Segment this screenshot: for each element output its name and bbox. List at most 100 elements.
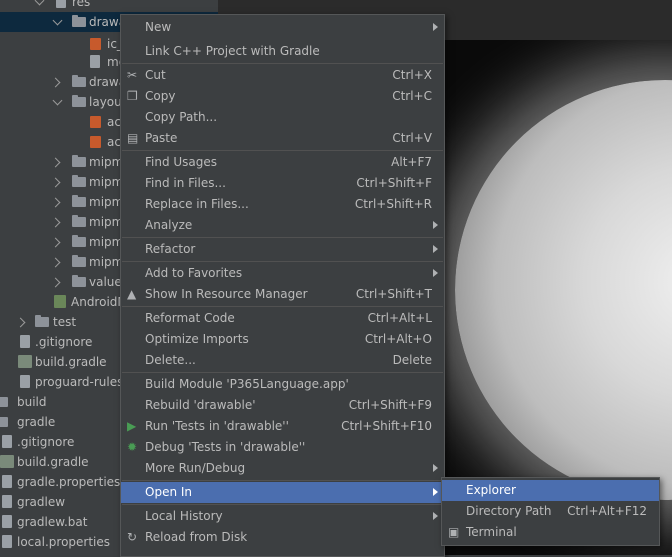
menu-separator [122,237,443,238]
submenu-arrow-icon [433,512,438,520]
menu-item-label: Paste [145,131,178,145]
tree-label: .gitignore [35,335,93,349]
folder-icon [72,15,86,27]
menu-item-label: Delete... [145,353,196,367]
tree-label: gradlew [17,495,66,509]
tree-label: local.properties [17,535,111,549]
menu-item-show-in-resource-manager[interactable]: ▲ Show In Resource Manager Ctrl+Shift+T [121,284,444,305]
context-menu: New Link C++ Project with Gradle ✂ Cut Ctr… [120,14,445,557]
folder-icon [0,397,8,407]
menu-item-add-to-favorites[interactable]: Add to Favorites [121,263,444,284]
menu-item-label: Debug 'Tests in 'drawable'' [145,440,306,454]
menu-separator [122,306,443,307]
chevron-right-icon[interactable] [50,77,61,88]
paste-icon: ▤ [127,131,139,145]
tree-label: mipm [89,155,124,169]
menu-item-local-history[interactable]: Local History [121,506,444,527]
chevron-right-icon[interactable] [50,257,61,268]
chevron-right-icon[interactable] [50,177,61,188]
menu-item-optimize-imports[interactable]: Optimize Imports Ctrl+Alt+O [121,329,444,350]
menu-item-rebuild[interactable]: Rebuild 'drawable' Ctrl+Shift+F9 [121,395,444,416]
tree-label: build.gradle [17,455,89,469]
tree-label: gradle.properties [17,475,121,489]
reload-icon: ↻ [127,530,138,544]
gradle-file-icon [0,455,14,468]
menu-item-refactor[interactable]: Refactor [121,239,444,260]
chevron-right-icon[interactable] [50,237,61,248]
tree-label: build.gradle [35,355,107,369]
menu-item-shortcut: Ctrl+Alt+L [367,311,432,325]
menu-item-replace-in-files[interactable]: Replace in Files... Ctrl+Shift+R [121,194,444,215]
menu-item-shortcut: Ctrl+Alt+O [364,332,432,346]
menu-item-shortcut: Ctrl+X [392,68,432,82]
menu-item-find-in-files[interactable]: Find in Files... Ctrl+Shift+F [121,173,444,194]
menu-separator [122,150,443,151]
file-icon [2,475,12,488]
manifest-file-icon [54,295,66,308]
menu-item-label: Reload from Disk [145,530,248,544]
chevron-right-icon[interactable] [50,217,61,228]
scissors-icon: ✂ [127,68,138,82]
menu-separator [122,261,443,262]
menu-item-shortcut: Alt+F7 [391,155,432,169]
submenu-item-terminal[interactable]: ▣ Terminal [442,522,659,543]
submenu-arrow-icon [433,221,438,229]
file-icon [20,375,30,388]
chevron-right-icon[interactable] [15,317,26,328]
menu-item-shortcut: Ctrl+Shift+F9 [348,398,432,412]
tree-label: mipm [89,255,124,269]
menu-item-delete[interactable]: Delete... Delete [121,350,444,371]
menu-item-label: Open In [145,485,193,499]
menu-item-shortcut: Ctrl+Shift+F [356,176,432,190]
tree-label: ac [107,135,121,149]
menu-item-label: Build Module 'P365Language.app' [145,377,349,391]
menu-item-copy[interactable]: ❐ Copy Ctrl+C [121,86,444,107]
chevron-right-icon[interactable] [50,197,61,208]
folder-icon [72,155,86,167]
moon-image [455,80,672,500]
tree-row[interactable]: res [0,0,218,12]
menu-item-build-module[interactable]: Build Module 'P365Language.app' [121,374,444,395]
menu-separator [122,504,443,505]
folder-icon [56,0,66,8]
tree-label: mipm [89,175,124,189]
xml-file-icon [90,38,101,50]
submenu-item-directory-path[interactable]: Directory Path Ctrl+Alt+F12 [442,501,659,522]
menu-item-shortcut: Ctrl+C [392,89,432,103]
submenu-item-explorer[interactable]: Explorer [442,480,659,501]
submenu-arrow-icon [433,269,438,277]
submenu-arrow-icon [433,23,438,31]
tree-label: layou [89,95,122,109]
menu-item-label: Directory Path [466,504,552,518]
menu-item-reformat-code[interactable]: Reformat Code Ctrl+Alt+L [121,308,444,329]
menu-item-label: Link C++ Project with Gradle [145,44,320,58]
menu-item-paste[interactable]: ▤ Paste Ctrl+V [121,128,444,149]
menu-item-run-tests[interactable]: ▶ Run 'Tests in 'drawable'' Ctrl+Shift+F10 [121,416,444,437]
menu-item-debug-tests[interactable]: ✹ Debug 'Tests in 'drawable'' [121,437,444,458]
menu-item-find-usages[interactable]: Find Usages Alt+F7 [121,152,444,173]
chevron-down-icon[interactable] [52,95,63,106]
menu-item-label: Rebuild 'drawable' [145,398,256,412]
menu-item-label: Replace in Files... [145,197,249,211]
menu-item-analyze[interactable]: Analyze [121,215,444,236]
menu-item-cut[interactable]: ✂ Cut Ctrl+X [121,65,444,86]
menu-item-label: Run 'Tests in 'drawable'' [145,419,289,433]
chevron-right-icon[interactable] [50,277,61,288]
chevron-down-icon[interactable] [52,15,63,26]
menu-separator [122,63,443,64]
menu-item-more-run-debug[interactable]: More Run/Debug [121,458,444,479]
xml-file-icon [90,116,101,128]
resource-manager-icon: ▲ [127,287,137,301]
folder-icon [0,417,8,427]
menu-item-copy-path[interactable]: Copy Path... [121,107,444,128]
chevron-down-icon[interactable] [34,0,45,6]
menu-item-open-in[interactable]: Open In [121,482,444,503]
menu-item-link-cpp[interactable]: Link C++ Project with Gradle [121,41,444,62]
folder-icon [72,235,86,247]
chevron-right-icon[interactable] [50,157,61,168]
menu-item-shortcut: Ctrl+Shift+T [355,287,432,301]
menu-item-new[interactable]: New [121,17,444,38]
file-icon [2,515,12,528]
file-icon [90,55,100,68]
menu-item-reload-from-disk[interactable]: ↻ Reload from Disk [121,527,444,548]
